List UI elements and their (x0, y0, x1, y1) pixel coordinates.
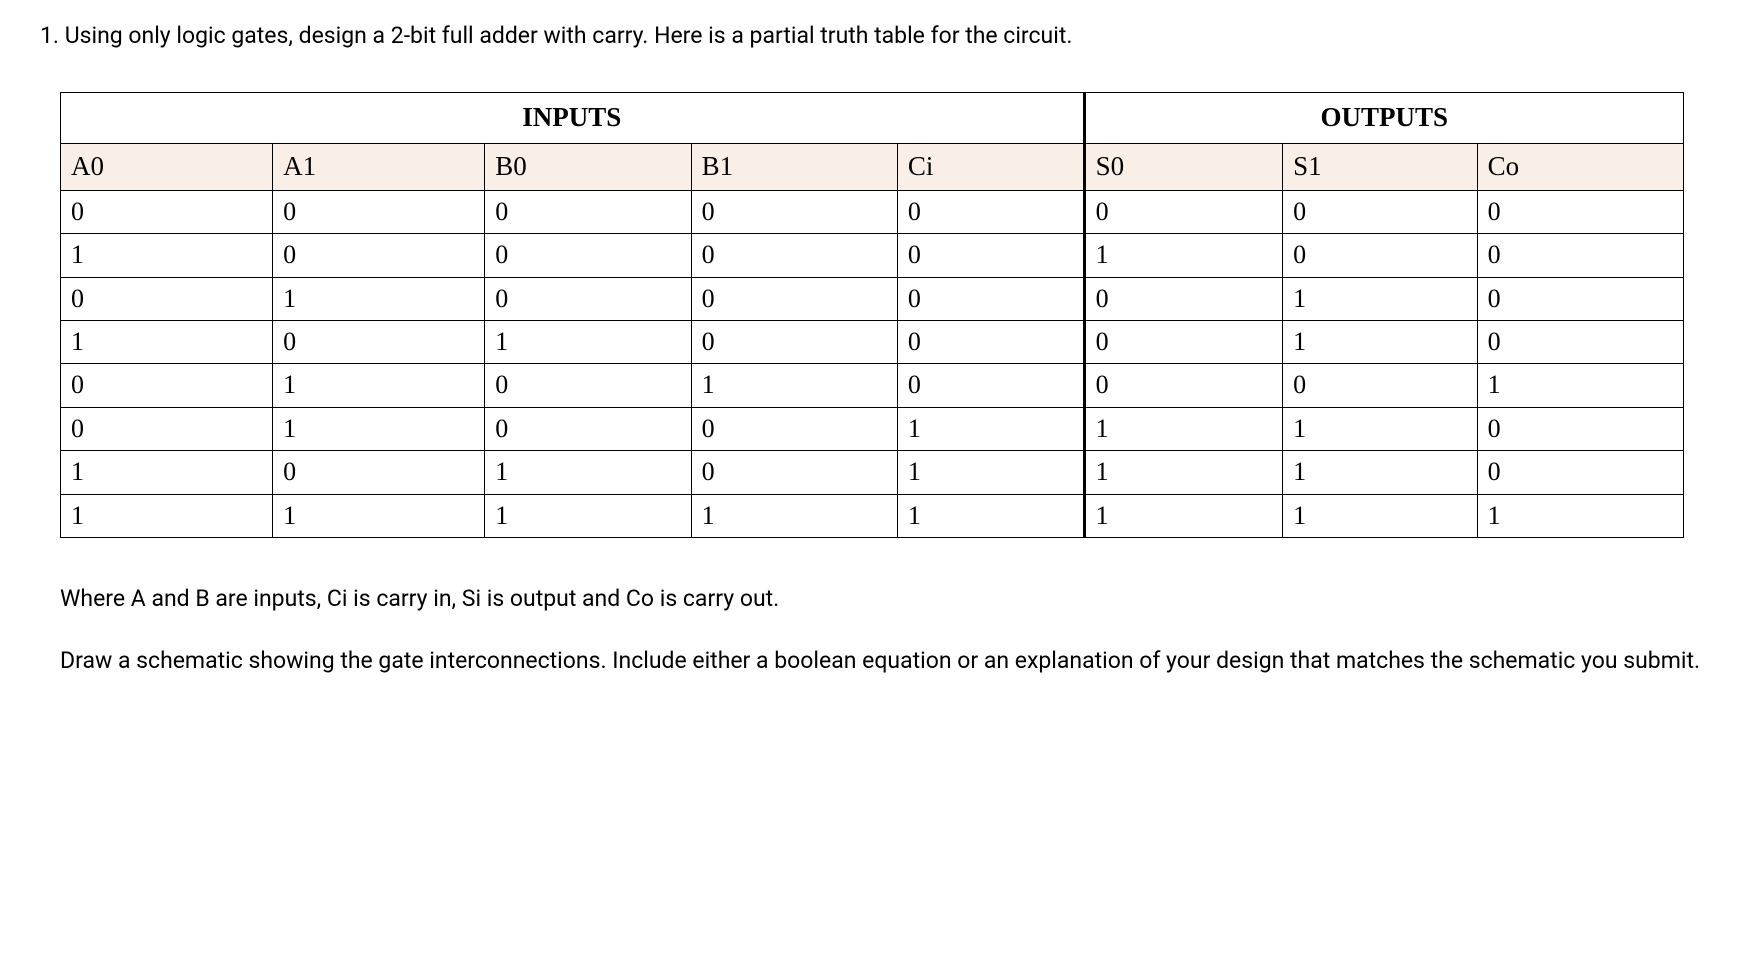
table-cell: 0 (273, 190, 485, 233)
table-cell: 1 (1283, 494, 1478, 537)
col-header-b0: B0 (485, 143, 691, 190)
table-cell: 0 (1084, 364, 1283, 407)
table-cell: 1 (1477, 364, 1683, 407)
table-cell: 1 (61, 320, 273, 363)
col-header-co: Co (1477, 143, 1683, 190)
col-header-s0: S0 (1084, 143, 1283, 190)
table-cell: 1 (691, 364, 897, 407)
inputs-header: INPUTS (61, 93, 1085, 144)
table-body: 0000000010000100010000101010001001010001… (61, 190, 1684, 537)
table-cell: 0 (691, 451, 897, 494)
table-row: 11111111 (61, 494, 1684, 537)
table-group-header-row: INPUTS OUTPUTS (61, 93, 1684, 144)
table-cell: 0 (691, 277, 897, 320)
table-cell: 0 (1283, 364, 1478, 407)
table-cell: 1 (61, 234, 273, 277)
table-cell: 0 (61, 277, 273, 320)
table-cell: 0 (485, 190, 691, 233)
question-prompt: 1. Using only logic gates, design a 2-bi… (40, 20, 1704, 52)
table-cell: 0 (691, 320, 897, 363)
table-column-header-row: A0 A1 B0 B1 Ci S0 S1 Co (61, 143, 1684, 190)
table-cell: 1 (273, 364, 485, 407)
table-cell: 1 (1283, 320, 1478, 363)
col-header-b1: B1 (691, 143, 897, 190)
table-cell: 1 (485, 494, 691, 537)
table-cell: 0 (485, 364, 691, 407)
table-cell: 1 (897, 451, 1084, 494)
table-cell: 0 (897, 234, 1084, 277)
table-cell: 0 (1477, 277, 1683, 320)
table-cell: 0 (485, 277, 691, 320)
truth-table: INPUTS OUTPUTS A0 A1 B0 B1 Ci S0 S1 Co 0… (60, 92, 1684, 538)
table-cell: 1 (897, 407, 1084, 450)
table-cell: 0 (1477, 320, 1683, 363)
table-cell: 0 (485, 234, 691, 277)
table-cell: 1 (273, 277, 485, 320)
col-header-a1: A1 (273, 143, 485, 190)
table-cell: 0 (691, 234, 897, 277)
table-cell: 0 (1084, 190, 1283, 233)
table-cell: 0 (1477, 190, 1683, 233)
table-cell: 0 (897, 320, 1084, 363)
table-row: 00000000 (61, 190, 1684, 233)
table-cell: 0 (691, 407, 897, 450)
table-caption: Where A and B are inputs, Ci is carry in… (60, 583, 1704, 615)
table-cell: 0 (1477, 407, 1683, 450)
table-cell: 0 (1477, 234, 1683, 277)
table-cell: 1 (1084, 451, 1283, 494)
table-row: 10100010 (61, 320, 1684, 363)
table-cell: 0 (61, 364, 273, 407)
table-cell: 1 (691, 494, 897, 537)
table-cell: 0 (485, 407, 691, 450)
table-cell: 1 (1477, 494, 1683, 537)
table-row: 01010001 (61, 364, 1684, 407)
table-cell: 1 (61, 451, 273, 494)
col-header-a0: A0 (61, 143, 273, 190)
table-cell: 1 (1283, 277, 1478, 320)
col-header-ci: Ci (897, 143, 1084, 190)
table-cell: 1 (1084, 234, 1283, 277)
col-header-s1: S1 (1283, 143, 1478, 190)
table-cell: 0 (273, 451, 485, 494)
truth-table-container: INPUTS OUTPUTS A0 A1 B0 B1 Ci S0 S1 Co 0… (40, 92, 1704, 538)
table-cell: 0 (61, 407, 273, 450)
table-cell: 1 (1084, 407, 1283, 450)
table-cell: 1 (485, 320, 691, 363)
table-row: 10101110 (61, 451, 1684, 494)
table-cell: 0 (273, 320, 485, 363)
table-cell: 1 (273, 494, 485, 537)
table-row: 01000010 (61, 277, 1684, 320)
table-cell: 0 (61, 190, 273, 233)
table-cell: 1 (273, 407, 485, 450)
table-cell: 1 (897, 494, 1084, 537)
outputs-header: OUTPUTS (1084, 93, 1683, 144)
table-cell: 0 (897, 364, 1084, 407)
table-cell: 0 (1477, 451, 1683, 494)
table-cell: 1 (1283, 407, 1478, 450)
table-cell: 0 (1084, 320, 1283, 363)
table-cell: 1 (485, 451, 691, 494)
table-cell: 0 (1084, 277, 1283, 320)
table-cell: 1 (61, 494, 273, 537)
table-cell: 0 (1283, 234, 1478, 277)
table-cell: 0 (273, 234, 485, 277)
table-row: 10000100 (61, 234, 1684, 277)
question-instruction: Draw a schematic showing the gate interc… (60, 645, 1704, 677)
table-cell: 0 (691, 190, 897, 233)
table-cell: 0 (897, 190, 1084, 233)
table-cell: 1 (1084, 494, 1283, 537)
table-cell: 1 (1283, 451, 1478, 494)
table-row: 01001110 (61, 407, 1684, 450)
table-cell: 0 (1283, 190, 1478, 233)
table-cell: 0 (897, 277, 1084, 320)
